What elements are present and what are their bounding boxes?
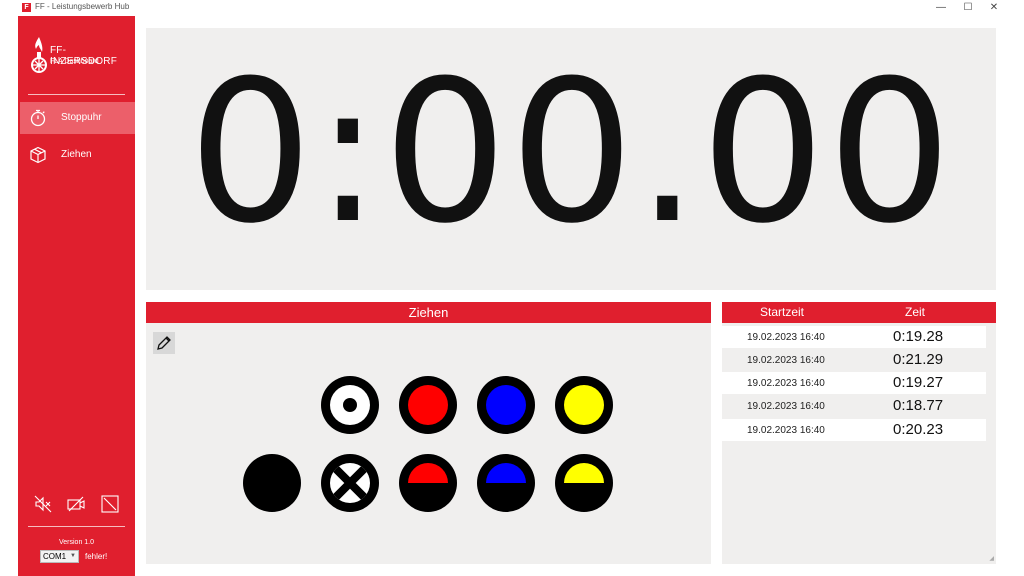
sidebar: FF-INZERSDORF FLA Dashboard Stoppuhr Zie… xyxy=(18,16,135,576)
cell-zeit: 0:20.23 xyxy=(893,421,944,438)
stopwatch-panel: 0:00.00 xyxy=(146,28,996,290)
cell-startzeit: 19.02.2023 16:40 xyxy=(747,378,825,389)
column-header-zeit[interactable]: Zeit xyxy=(905,302,925,323)
brand: FF-INZERSDORF FLA Dashboard xyxy=(30,36,130,76)
cross-circle-icon[interactable] xyxy=(321,454,379,512)
target-dot xyxy=(343,398,357,412)
box-icon xyxy=(30,146,46,164)
table-row[interactable]: 19.02.2023 16:40 0:20.23 xyxy=(722,419,986,441)
sound-muted-icon[interactable] xyxy=(33,494,53,514)
edit-button[interactable] xyxy=(153,332,175,354)
results-table-header: Startzeit Zeit xyxy=(722,302,996,323)
window-title: FF - Leistungsbewerb Hub xyxy=(35,2,130,11)
maximize-button[interactable]: ☐ xyxy=(954,0,982,16)
blue-circle-icon[interactable] xyxy=(477,376,535,434)
table-row[interactable]: 19.02.2023 16:40 0:19.28 xyxy=(722,326,986,348)
resize-grip-icon[interactable]: ◢ xyxy=(989,555,994,562)
half-blue-inner xyxy=(486,463,526,503)
cell-zeit: 0:18.77 xyxy=(893,397,944,414)
camera-off-icon[interactable] xyxy=(66,494,86,514)
cell-startzeit: 19.02.2023 16:40 xyxy=(747,401,825,412)
half-red-inner xyxy=(408,463,448,503)
column-header-startzeit[interactable]: Startzeit xyxy=(760,302,804,323)
app-logo-icon: F xyxy=(22,3,31,12)
target-inner xyxy=(330,385,370,425)
results-table: Startzeit Zeit 19.02.2023 16:40 0:19.28 … xyxy=(722,302,996,564)
close-button[interactable]: ✕ xyxy=(980,0,1008,16)
fire-department-logo-icon xyxy=(31,37,47,73)
cell-startzeit: 19.02.2023 16:40 xyxy=(747,425,825,436)
half-yellow-circle-icon[interactable] xyxy=(555,454,613,512)
cell-zeit: 0:19.28 xyxy=(893,328,944,345)
stopwatch-display: 0:00.00 xyxy=(188,39,954,267)
title-bar: F FF - Leistungsbewerb Hub — ☐ ✕ xyxy=(0,0,1024,16)
half-blue-fill xyxy=(486,463,526,483)
yellow-circle-icon[interactable] xyxy=(555,376,613,434)
table-row[interactable]: 19.02.2023 16:40 0:19.27 xyxy=(722,372,986,394)
table-row[interactable]: 19.02.2023 16:40 0:18.77 xyxy=(722,395,986,417)
sidebar-toggle-icons xyxy=(33,494,123,514)
yellow-fill xyxy=(564,385,604,425)
nav-label-stoppuhr: Stoppuhr xyxy=(61,112,102,123)
version-label: Version 1.0 xyxy=(58,539,95,546)
com-port-value: COM1 xyxy=(43,552,67,561)
stopwatch-icon xyxy=(30,109,46,127)
table-row[interactable]: 19.02.2023 16:40 0:21.29 xyxy=(722,349,986,371)
sidebar-divider xyxy=(28,94,125,95)
half-yellow-fill xyxy=(564,463,604,483)
cell-zeit: 0:19.27 xyxy=(893,374,944,391)
com-port-select[interactable]: COM1 ▼ xyxy=(40,550,79,563)
brand-subtitle: FLA Dashboard xyxy=(50,58,99,65)
nav-item-ziehen[interactable]: Ziehen xyxy=(20,139,135,171)
cell-zeit: 0:21.29 xyxy=(893,351,944,368)
cross-inner xyxy=(330,463,370,503)
blue-fill xyxy=(486,385,526,425)
pencil-icon xyxy=(157,336,171,350)
black-circle-icon[interactable] xyxy=(243,454,301,512)
half-red-circle-icon[interactable] xyxy=(399,454,457,512)
ziehen-panel-header: Ziehen xyxy=(146,302,711,323)
half-yellow-inner xyxy=(564,463,604,503)
sidebar-divider-bottom xyxy=(28,526,125,527)
half-red-fill xyxy=(408,463,448,483)
minimize-button[interactable]: — xyxy=(927,0,955,16)
ziehen-panel: Ziehen xyxy=(146,302,711,564)
com-status-text: fehler! xyxy=(85,552,108,561)
half-blue-circle-icon[interactable] xyxy=(477,454,535,512)
red-circle-icon[interactable] xyxy=(399,376,457,434)
screen-off-icon[interactable] xyxy=(100,494,120,514)
cell-startzeit: 19.02.2023 16:40 xyxy=(747,332,825,343)
cell-startzeit: 19.02.2023 16:40 xyxy=(747,355,825,366)
cross-icon xyxy=(331,464,369,502)
red-fill xyxy=(408,385,448,425)
chevron-down-icon: ▼ xyxy=(70,553,76,559)
nav-item-stoppuhr[interactable]: Stoppuhr xyxy=(20,102,135,134)
target-white-circle-icon[interactable] xyxy=(321,376,379,434)
nav-label-ziehen: Ziehen xyxy=(61,149,92,160)
